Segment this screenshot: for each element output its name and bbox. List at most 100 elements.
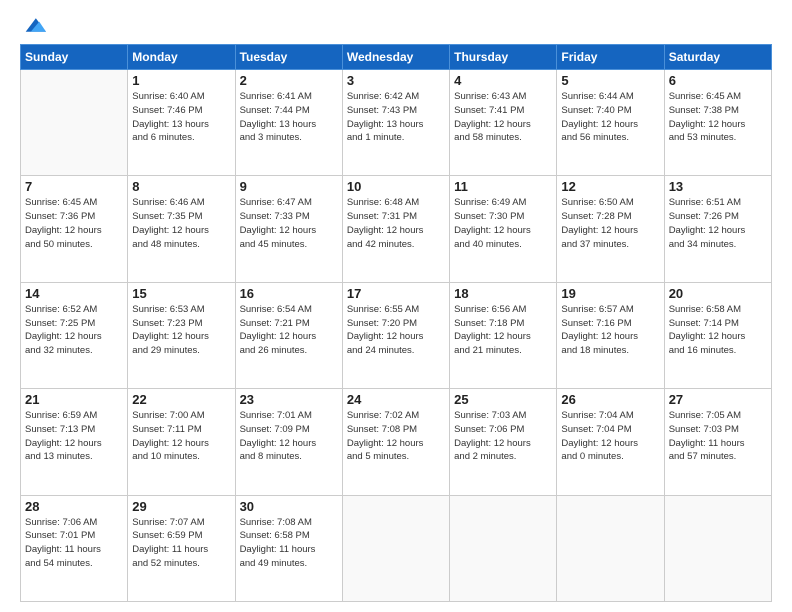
day-number: 4	[454, 73, 552, 88]
calendar-cell	[450, 495, 557, 601]
day-number: 5	[561, 73, 659, 88]
calendar-header-wednesday: Wednesday	[342, 45, 449, 70]
day-info: Sunrise: 6:53 AMSunset: 7:23 PMDaylight:…	[132, 303, 230, 358]
day-info: Sunrise: 6:52 AMSunset: 7:25 PMDaylight:…	[25, 303, 123, 358]
day-number: 3	[347, 73, 445, 88]
day-info: Sunrise: 6:43 AMSunset: 7:41 PMDaylight:…	[454, 90, 552, 145]
calendar-cell: 23 Sunrise: 7:01 AMSunset: 7:09 PMDayligh…	[235, 389, 342, 495]
calendar-cell: 10 Sunrise: 6:48 AMSunset: 7:31 PMDayligh…	[342, 176, 449, 282]
day-info: Sunrise: 6:59 AMSunset: 7:13 PMDaylight:…	[25, 409, 123, 464]
day-number: 16	[240, 286, 338, 301]
day-number: 7	[25, 179, 123, 194]
calendar-cell: 13 Sunrise: 6:51 AMSunset: 7:26 PMDayligh…	[664, 176, 771, 282]
calendar-header-row: SundayMondayTuesdayWednesdayThursdayFrid…	[21, 45, 772, 70]
day-number: 1	[132, 73, 230, 88]
day-info: Sunrise: 7:07 AMSunset: 6:59 PMDaylight:…	[132, 516, 230, 571]
day-info: Sunrise: 6:54 AMSunset: 7:21 PMDaylight:…	[240, 303, 338, 358]
calendar-cell: 30 Sunrise: 7:08 AMSunset: 6:58 PMDayligh…	[235, 495, 342, 601]
calendar-header-saturday: Saturday	[664, 45, 771, 70]
day-info: Sunrise: 6:40 AMSunset: 7:46 PMDaylight:…	[132, 90, 230, 145]
calendar-cell: 28Sunrise: 7:06 AMSunset: 7:01 PMDayligh…	[21, 495, 128, 601]
calendar-header-friday: Friday	[557, 45, 664, 70]
day-number: 2	[240, 73, 338, 88]
day-info: Sunrise: 7:00 AMSunset: 7:11 PMDaylight:…	[132, 409, 230, 464]
calendar-cell: 22 Sunrise: 7:00 AMSunset: 7:11 PMDayligh…	[128, 389, 235, 495]
day-number: 24	[347, 392, 445, 407]
calendar-cell: 21 Sunrise: 6:59 AMSunset: 7:13 PMDayligh…	[21, 389, 128, 495]
calendar-cell: 9 Sunrise: 6:47 AMSunset: 7:33 PMDaylight…	[235, 176, 342, 282]
day-number: 26	[561, 392, 659, 407]
day-info: Sunrise: 6:50 AMSunset: 7:28 PMDaylight:…	[561, 196, 659, 251]
calendar-cell: 20 Sunrise: 6:58 AMSunset: 7:14 PMDayligh…	[664, 282, 771, 388]
calendar-cell: 11 Sunrise: 6:49 AMSunset: 7:30 PMDayligh…	[450, 176, 557, 282]
day-info: Sunrise: 6:56 AMSunset: 7:18 PMDaylight:…	[454, 303, 552, 358]
day-number: 15	[132, 286, 230, 301]
day-number: 8	[132, 179, 230, 194]
day-info: Sunrise: 6:44 AMSunset: 7:40 PMDaylight:…	[561, 90, 659, 145]
calendar-cell: 16 Sunrise: 6:54 AMSunset: 7:21 PMDayligh…	[235, 282, 342, 388]
calendar-header-thursday: Thursday	[450, 45, 557, 70]
day-number: 11	[454, 179, 552, 194]
day-info: Sunrise: 6:51 AMSunset: 7:26 PMDaylight:…	[669, 196, 767, 251]
calendar-cell: 19 Sunrise: 6:57 AMSunset: 7:16 PMDayligh…	[557, 282, 664, 388]
day-number: 10	[347, 179, 445, 194]
day-number: 23	[240, 392, 338, 407]
day-info: Sunrise: 6:45 AMSunset: 7:36 PMDaylight:…	[25, 196, 123, 251]
calendar-cell	[664, 495, 771, 601]
header	[20, 16, 772, 34]
calendar-cell: 25 Sunrise: 7:03 AMSunset: 7:06 PMDayligh…	[450, 389, 557, 495]
calendar-cell: 12Sunrise: 6:50 AMSunset: 7:28 PMDayligh…	[557, 176, 664, 282]
calendar-cell: 8Sunrise: 6:46 AMSunset: 7:35 PMDaylight…	[128, 176, 235, 282]
calendar-table: SundayMondayTuesdayWednesdayThursdayFrid…	[20, 44, 772, 602]
calendar-cell: 17 Sunrise: 6:55 AMSunset: 7:20 PMDayligh…	[342, 282, 449, 388]
calendar-cell: 3 Sunrise: 6:42 AMSunset: 7:43 PMDaylight…	[342, 70, 449, 176]
day-info: Sunrise: 6:47 AMSunset: 7:33 PMDaylight:…	[240, 196, 338, 251]
day-number: 18	[454, 286, 552, 301]
day-number: 29	[132, 499, 230, 514]
day-number: 9	[240, 179, 338, 194]
calendar-cell: 24 Sunrise: 7:02 AMSunset: 7:08 PMDayligh…	[342, 389, 449, 495]
day-info: Sunrise: 6:41 AMSunset: 7:44 PMDaylight:…	[240, 90, 338, 145]
day-info: Sunrise: 7:02 AMSunset: 7:08 PMDaylight:…	[347, 409, 445, 464]
day-number: 19	[561, 286, 659, 301]
day-info: Sunrise: 6:48 AMSunset: 7:31 PMDaylight:…	[347, 196, 445, 251]
day-info: Sunrise: 6:45 AMSunset: 7:38 PMDaylight:…	[669, 90, 767, 145]
day-info: Sunrise: 6:55 AMSunset: 7:20 PMDaylight:…	[347, 303, 445, 358]
day-info: Sunrise: 6:49 AMSunset: 7:30 PMDaylight:…	[454, 196, 552, 251]
calendar-cell: 6Sunrise: 6:45 AMSunset: 7:38 PMDaylight…	[664, 70, 771, 176]
calendar-cell: 15 Sunrise: 6:53 AMSunset: 7:23 PMDayligh…	[128, 282, 235, 388]
logo-icon	[24, 16, 46, 34]
day-number: 21	[25, 392, 123, 407]
calendar-cell	[342, 495, 449, 601]
day-number: 14	[25, 286, 123, 301]
day-number: 28	[25, 499, 123, 514]
day-info: Sunrise: 7:05 AMSunset: 7:03 PMDaylight:…	[669, 409, 767, 464]
calendar-week-4: 21 Sunrise: 6:59 AMSunset: 7:13 PMDayligh…	[21, 389, 772, 495]
day-number: 13	[669, 179, 767, 194]
calendar-cell: 7 Sunrise: 6:45 AMSunset: 7:36 PMDaylight…	[21, 176, 128, 282]
calendar-week-3: 14 Sunrise: 6:52 AMSunset: 7:25 PMDayligh…	[21, 282, 772, 388]
day-info: Sunrise: 6:42 AMSunset: 7:43 PMDaylight:…	[347, 90, 445, 145]
day-info: Sunrise: 7:08 AMSunset: 6:58 PMDaylight:…	[240, 516, 338, 571]
day-info: Sunrise: 6:58 AMSunset: 7:14 PMDaylight:…	[669, 303, 767, 358]
day-number: 25	[454, 392, 552, 407]
day-info: Sunrise: 6:57 AMSunset: 7:16 PMDaylight:…	[561, 303, 659, 358]
calendar-cell: 14 Sunrise: 6:52 AMSunset: 7:25 PMDayligh…	[21, 282, 128, 388]
calendar-header-tuesday: Tuesday	[235, 45, 342, 70]
calendar-cell	[557, 495, 664, 601]
calendar-cell: 2 Sunrise: 6:41 AMSunset: 7:44 PMDaylight…	[235, 70, 342, 176]
calendar-week-5: 28Sunrise: 7:06 AMSunset: 7:01 PMDayligh…	[21, 495, 772, 601]
day-info: Sunrise: 7:01 AMSunset: 7:09 PMDaylight:…	[240, 409, 338, 464]
calendar-cell: 18 Sunrise: 6:56 AMSunset: 7:18 PMDayligh…	[450, 282, 557, 388]
calendar-cell	[21, 70, 128, 176]
day-info: Sunrise: 7:03 AMSunset: 7:06 PMDaylight:…	[454, 409, 552, 464]
calendar-cell: 4 Sunrise: 6:43 AMSunset: 7:41 PMDaylight…	[450, 70, 557, 176]
day-number: 20	[669, 286, 767, 301]
day-number: 30	[240, 499, 338, 514]
calendar-week-2: 7 Sunrise: 6:45 AMSunset: 7:36 PMDaylight…	[21, 176, 772, 282]
calendar-cell: 29 Sunrise: 7:07 AMSunset: 6:59 PMDayligh…	[128, 495, 235, 601]
calendar-cell: 27Sunrise: 7:05 AMSunset: 7:03 PMDayligh…	[664, 389, 771, 495]
day-number: 17	[347, 286, 445, 301]
calendar-header-sunday: Sunday	[21, 45, 128, 70]
day-number: 22	[132, 392, 230, 407]
